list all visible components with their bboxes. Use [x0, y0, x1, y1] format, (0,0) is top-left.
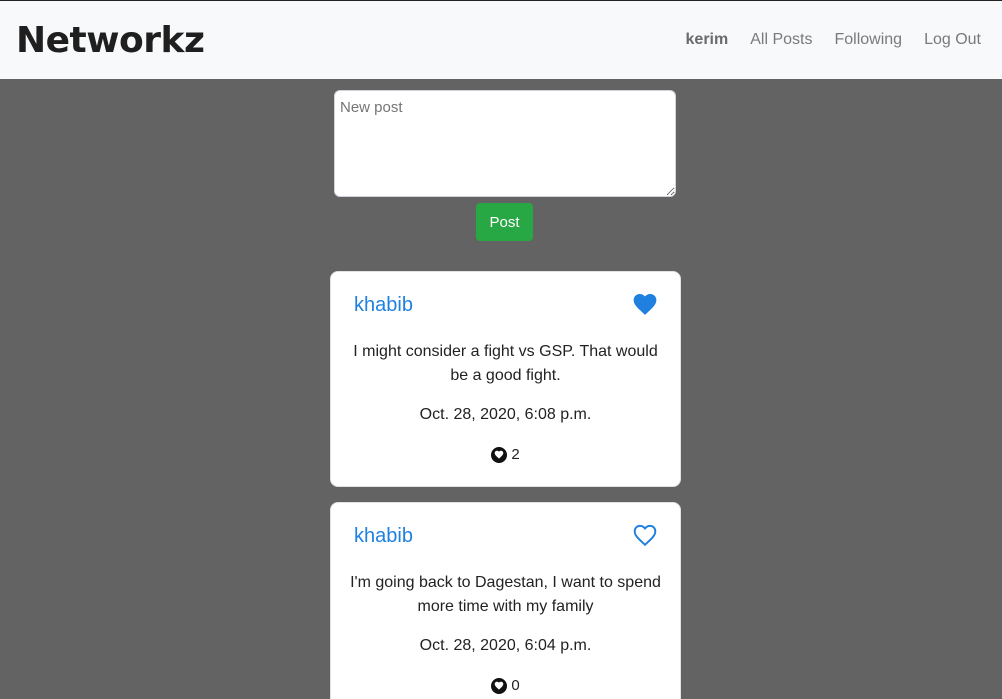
post-author-link[interactable]: khabib	[354, 525, 413, 548]
post-timestamp: Oct. 28, 2020, 6:08 p.m.	[419, 406, 592, 423]
nav-link-all-posts[interactable]: All Posts	[739, 31, 823, 49]
post-card: khabib I might consider a fight vs GSP. …	[330, 271, 681, 487]
like-count-heart-icon	[491, 677, 508, 694]
nav-link-following[interactable]: Following	[823, 31, 913, 49]
new-post-textarea[interactable]	[334, 90, 676, 197]
post-card: khabib I'm going back to Dagestan, I wan…	[330, 502, 681, 699]
post-button[interactable]: Post	[476, 203, 533, 241]
post-timestamp: Oct. 28, 2020, 6:04 p.m.	[419, 637, 592, 654]
brand-logo[interactable]: Networkz	[16, 20, 205, 61]
heart-outline-icon[interactable]	[632, 523, 658, 547]
post-likes: 2	[331, 446, 680, 463]
nav-links: kerim All Posts Following Log Out	[675, 31, 986, 49]
like-count: 0	[511, 677, 520, 694]
post-author-link[interactable]: khabib	[354, 294, 413, 317]
navbar: Networkz kerim All Posts Following Log O…	[0, 1, 1002, 79]
post-likes: 0	[331, 677, 680, 694]
nav-link-logout[interactable]: Log Out	[913, 31, 981, 49]
nav-link-profile[interactable]: kerim	[675, 31, 740, 49]
post-content: I'm going back to Dagestan, I want to sp…	[350, 574, 661, 615]
like-count-heart-icon	[491, 446, 508, 463]
post-content: I might consider a fight vs GSP. That wo…	[353, 343, 658, 384]
like-count: 2	[511, 446, 520, 463]
heart-filled-icon[interactable]	[632, 292, 658, 316]
